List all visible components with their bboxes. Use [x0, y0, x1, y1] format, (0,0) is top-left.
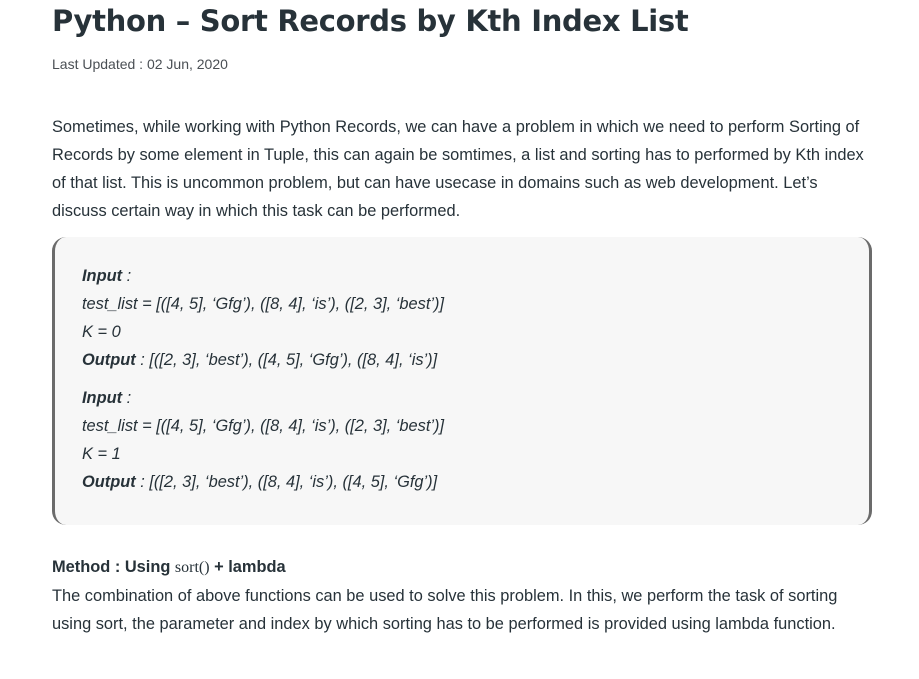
page-title: Python – Sort Records by Kth Index List	[52, 4, 689, 38]
output-value: : [([2, 3], ‘best’), ([8, 4], ‘is’), ([4…	[135, 473, 438, 491]
test-list-line: test_list = [([4, 5], ‘Gfg’), ([8, 4], ‘…	[82, 295, 445, 313]
method-suffix: + lambda	[209, 558, 286, 576]
input-line: Input :	[82, 262, 869, 290]
input-line: Input :	[82, 384, 869, 412]
output-label: Output	[82, 473, 136, 491]
input-separator: :	[122, 389, 132, 407]
method-prefix: Method : Using	[52, 558, 175, 576]
method-description: The combination of above functions can b…	[52, 587, 838, 633]
last-updated-text: Last Updated : 02 Jun, 2020	[52, 56, 228, 72]
intro-paragraph: Sometimes, while working with Python Rec…	[52, 118, 864, 220]
article: Python – Sort Records by Kth Index List …	[52, 0, 876, 633]
method-heading: Method : Using sort() + lambda	[52, 553, 286, 582]
input-label: Input	[82, 389, 123, 407]
method-code: sort()	[174, 559, 210, 576]
example-block-1: Input : test_list = [([4, 5], ‘Gfg’), ([…	[82, 262, 869, 374]
output-line: Output : [([2, 3], ‘best’), ([8, 4], ‘is…	[82, 468, 869, 496]
input-separator: :	[122, 267, 132, 285]
output-label: Output	[82, 351, 136, 369]
example-block-2: Input : test_list = [([4, 5], ‘Gfg’), ([…	[82, 384, 869, 496]
output-value: : [([2, 3], ‘best’), ([4, 5], ‘Gfg’), ([…	[135, 351, 438, 369]
k-line: K = 0	[82, 323, 121, 341]
example-box: Input : test_list = [([4, 5], ‘Gfg’), ([…	[52, 237, 872, 525]
test-list-line: test_list = [([4, 5], ‘Gfg’), ([8, 4], ‘…	[82, 417, 445, 435]
input-label: Input	[82, 267, 123, 285]
output-line: Output : [([2, 3], ‘best’), ([4, 5], ‘Gf…	[82, 346, 869, 374]
k-line: K = 1	[82, 445, 121, 463]
